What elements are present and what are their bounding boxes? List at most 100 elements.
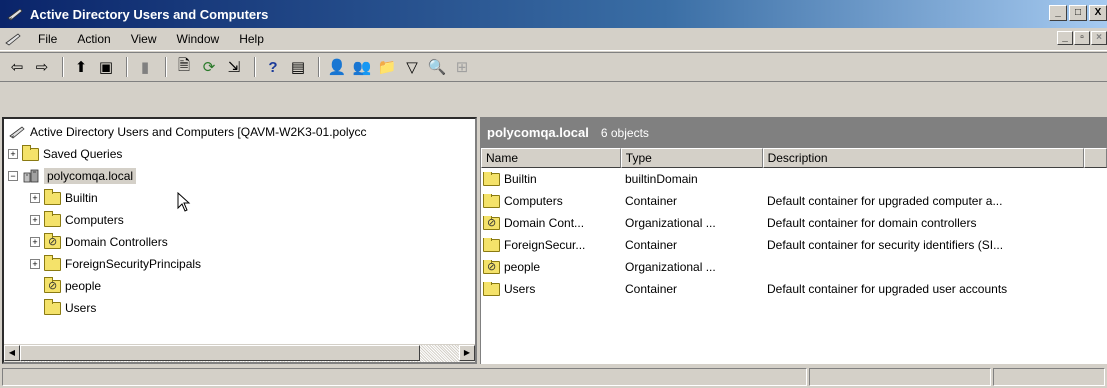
properties-icon[interactable]: 🗎 [173, 57, 195, 77]
scroll-right-icon[interactable]: ▶ [459, 345, 475, 361]
menu-file[interactable]: File [28, 32, 67, 46]
folder-icon [22, 144, 39, 161]
details-scope-title: polycomqa.local [487, 125, 589, 140]
add-to-group-icon[interactable]: ⊞ [451, 57, 473, 77]
filter-icon[interactable]: ▽ [401, 57, 423, 77]
console-tree-pane[interactable]: Active Directory Users and Computers [QA… [2, 117, 477, 364]
expand-icon[interactable]: + [30, 237, 40, 247]
tree-item-label: people [65, 279, 102, 293]
list-item[interactable]: ForeignSecur... Container Default contai… [481, 234, 1107, 256]
item-type: Organizational ... [625, 260, 716, 274]
details-header: polycomqa.local 6 objects [481, 117, 1107, 148]
folder-icon [44, 254, 61, 271]
list-item[interactable]: Domain Cont... Organizational ... Defaul… [481, 212, 1107, 234]
column-header-name[interactable]: Name [481, 148, 621, 168]
expand-icon[interactable]: + [30, 215, 40, 225]
tree-root[interactable]: Active Directory Users and Computers [QA… [8, 121, 475, 143]
tree-item-label: Builtin [65, 191, 98, 205]
tree-item-label: Domain Controllers [65, 235, 168, 249]
tree-item-domain-controllers[interactable]: + Domain Controllers [8, 231, 475, 253]
title-bar[interactable]: Active Directory Users and Computers _ □… [0, 0, 1107, 28]
back-arrow-icon[interactable]: ⇦ [6, 57, 28, 77]
item-type: Container [625, 238, 678, 252]
ad-console-icon [7, 8, 23, 21]
tree-root-label: Active Directory Users and Computers [QA… [30, 125, 367, 139]
ou-folder-icon [44, 276, 61, 293]
up-one-level-icon[interactable]: ⬆ [70, 57, 92, 77]
tree-item-users[interactable]: Users [8, 297, 475, 319]
item-type: builtinDomain [625, 172, 698, 186]
expand-icon[interactable]: + [8, 149, 18, 159]
child-minimize-button[interactable]: _ [1057, 31, 1073, 45]
delete-icon[interactable]: ▮ [134, 57, 156, 77]
item-description: Default container for security identifie… [767, 238, 1004, 252]
tree-item-label: Users [65, 301, 97, 315]
details-pane[interactable]: polycomqa.local 6 objects Name Type Desc… [480, 117, 1107, 364]
maximize-button[interactable]: □ [1069, 5, 1087, 21]
ad-root-icon [9, 126, 25, 139]
details-object-count: 6 objects [600, 125, 649, 140]
tree-item-computers[interactable]: + Computers [8, 209, 475, 231]
folder-icon [483, 172, 500, 186]
tree-item-foreign-security-principals[interactable]: + ForeignSecurityPrincipals [8, 253, 475, 275]
column-headers: Name Type Description [481, 148, 1107, 168]
tree-item-saved-queries[interactable]: + Saved Queries [8, 143, 475, 165]
menu-window[interactable]: Window [167, 32, 230, 46]
status-panel-tertiary [993, 368, 1105, 386]
column-header-description[interactable]: Description [762, 148, 1085, 168]
expand-icon[interactable]: + [30, 193, 40, 203]
toolbar-separator [318, 57, 320, 77]
folder-icon [483, 238, 500, 252]
folder-icon [44, 298, 61, 315]
collapse-icon[interactable]: − [8, 171, 18, 181]
console-menu-icon[interactable] [4, 31, 22, 47]
show-hide-console-tree-icon[interactable]: ▣ [95, 57, 117, 77]
list-item[interactable]: people Organizational ... [481, 256, 1107, 278]
child-restore-button[interactable]: ▫ [1074, 31, 1090, 45]
tree-item-label: ForeignSecurityPrincipals [65, 257, 202, 271]
menu-action[interactable]: Action [67, 32, 120, 46]
new-group-icon[interactable]: 👥 [351, 57, 373, 77]
export-list-icon[interactable]: ⇲ [223, 57, 245, 77]
item-name: Users [504, 282, 536, 296]
new-ou-icon[interactable]: 📁 [376, 57, 398, 77]
item-type: Organizational ... [625, 216, 716, 230]
list-item[interactable]: Users Container Default container for up… [481, 278, 1107, 300]
expand-icon[interactable]: + [30, 259, 40, 269]
toolbar-separator [126, 57, 128, 77]
menu-view[interactable]: View [121, 32, 167, 46]
close-button[interactable]: X [1089, 5, 1107, 21]
item-description: Default container for domain controllers [767, 216, 977, 230]
item-description: Default container for upgraded user acco… [767, 282, 1008, 296]
folder-icon [483, 282, 500, 296]
toolbar-separator [254, 57, 256, 77]
scroll-thumb[interactable] [20, 345, 420, 361]
item-description: Default container for upgraded computer … [767, 194, 1003, 208]
item-type: Container [625, 194, 678, 208]
column-header-type[interactable]: Type [620, 148, 763, 168]
item-name: Builtin [504, 172, 537, 186]
help-icon[interactable]: ? [262, 57, 284, 77]
window-title: Active Directory Users and Computers [30, 6, 269, 22]
scroll-track[interactable] [20, 345, 459, 362]
details-list: Builtin builtinDomain Computers Containe… [481, 168, 1107, 300]
status-bar [0, 366, 1107, 388]
new-user-icon[interactable]: 👤 [326, 57, 348, 77]
show-hide-action-pane-icon[interactable]: ▤ [287, 57, 309, 77]
forward-arrow-icon[interactable]: ⇨ [31, 57, 53, 77]
list-item[interactable]: Computers Container Default container fo… [481, 190, 1107, 212]
status-panel-main [2, 368, 807, 386]
refresh-icon[interactable]: ⟳ [198, 57, 220, 77]
child-close-button[interactable]: × [1091, 31, 1107, 45]
minimize-button[interactable]: _ [1049, 5, 1067, 21]
scroll-left-icon[interactable]: ◀ [4, 345, 20, 361]
menu-help[interactable]: Help [229, 32, 274, 46]
tree-item-builtin[interactable]: + Builtin [8, 187, 475, 209]
tree-horizontal-scrollbar[interactable]: ◀ ▶ [4, 344, 475, 362]
tree-item-people[interactable]: people [8, 275, 475, 297]
folder-icon [483, 194, 500, 208]
list-item[interactable]: Builtin builtinDomain [481, 168, 1107, 190]
find-icon[interactable]: 🔍 [426, 57, 448, 77]
tree-item-polycomqa-local[interactable]: − polycomqa.local [8, 165, 475, 187]
menu-bar: File Action View Window Help _ ▫ × [0, 28, 1107, 51]
